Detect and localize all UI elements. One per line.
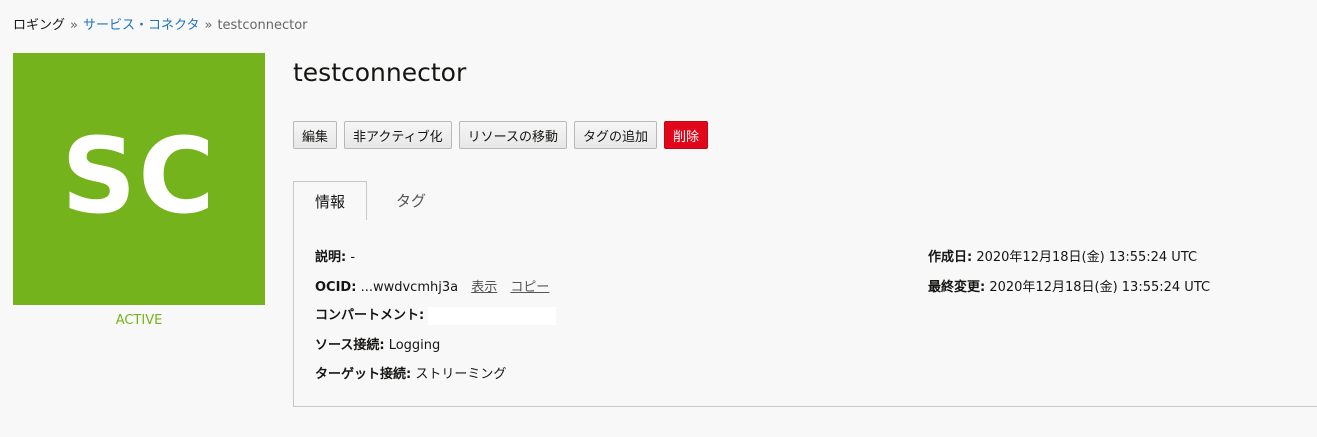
source-label: ソース接続: — [315, 338, 385, 353]
breadcrumb-root[interactable]: ロギング — [13, 18, 65, 33]
description-row: 説明: - — [315, 246, 355, 265]
tab-info[interactable]: 情報 — [293, 181, 367, 221]
source-value: Logging — [388, 338, 441, 353]
created-row: 作成日: 2020年12月18日(金) 13:55:24 UTC — [928, 246, 1197, 265]
ocid-value: ...wwdvcmhj3a — [360, 280, 459, 295]
source-row: ソース接続: Logging — [315, 334, 440, 353]
breadcrumb-separator: » — [204, 18, 213, 33]
modified-row: 最終変更: 2020年12月18日(金) 13:55:24 UTC — [928, 276, 1210, 295]
add-tags-button[interactable]: タグの追加 — [573, 121, 657, 149]
breadcrumb-service-connectors-link[interactable]: サービス・コネクタ — [83, 18, 199, 33]
tab-bar: 情報 タグ — [293, 181, 1317, 221]
info-panel: 説明: - OCID: ...wwdvcmhj3a 表示 コピー コンパートメン… — [293, 220, 1317, 407]
modified-label: 最終変更: — [928, 280, 986, 295]
created-value: 2020年12月18日(金) 13:55:24 UTC — [976, 250, 1198, 265]
breadcrumb: ロギング » サービス・コネクタ » testconnector — [13, 14, 308, 33]
compartment-label: コンパートメント: — [315, 308, 425, 323]
compartment-value-redacted — [428, 306, 557, 325]
avatar: SC — [13, 53, 265, 305]
deactivate-button[interactable]: 非アクティブ化 — [344, 121, 452, 149]
move-resource-button[interactable]: リソースの移動 — [458, 121, 567, 149]
page: ロギング » サービス・コネクタ » testconnector SC ACTIVE t… — [0, 0, 1317, 437]
page-title: testconnector — [293, 58, 467, 87]
ocid-label: OCID: — [315, 280, 357, 295]
avatar-initials: SC — [61, 115, 217, 237]
target-row: ターゲット接続: ストリーミング — [315, 363, 506, 382]
action-bar: 編集 非アクティブ化 リソースの移動 タグの追加 削除 — [293, 121, 708, 149]
description-label: 説明: — [315, 250, 347, 265]
ocid-row: OCID: ...wwdvcmhj3a 表示 コピー — [315, 276, 549, 295]
tab-tags[interactable]: タグ — [367, 181, 455, 220]
edit-button[interactable]: 編集 — [293, 121, 338, 149]
ocid-copy-link[interactable]: コピー — [510, 280, 549, 295]
modified-value: 2020年12月18日(金) 13:55:24 UTC — [989, 280, 1211, 295]
delete-button[interactable]: 削除 — [663, 121, 708, 149]
target-value: ストリーミング — [415, 367, 507, 382]
compartment-row: コンパートメント: — [315, 304, 557, 325]
description-value: - — [350, 250, 356, 265]
ocid-show-link[interactable]: 表示 — [471, 280, 497, 295]
created-label: 作成日: — [928, 250, 973, 265]
target-label: ターゲット接続: — [315, 367, 412, 382]
breadcrumb-separator: » — [70, 18, 78, 33]
status-label: ACTIVE — [115, 313, 163, 328]
breadcrumb-current: testconnector — [217, 18, 308, 33]
